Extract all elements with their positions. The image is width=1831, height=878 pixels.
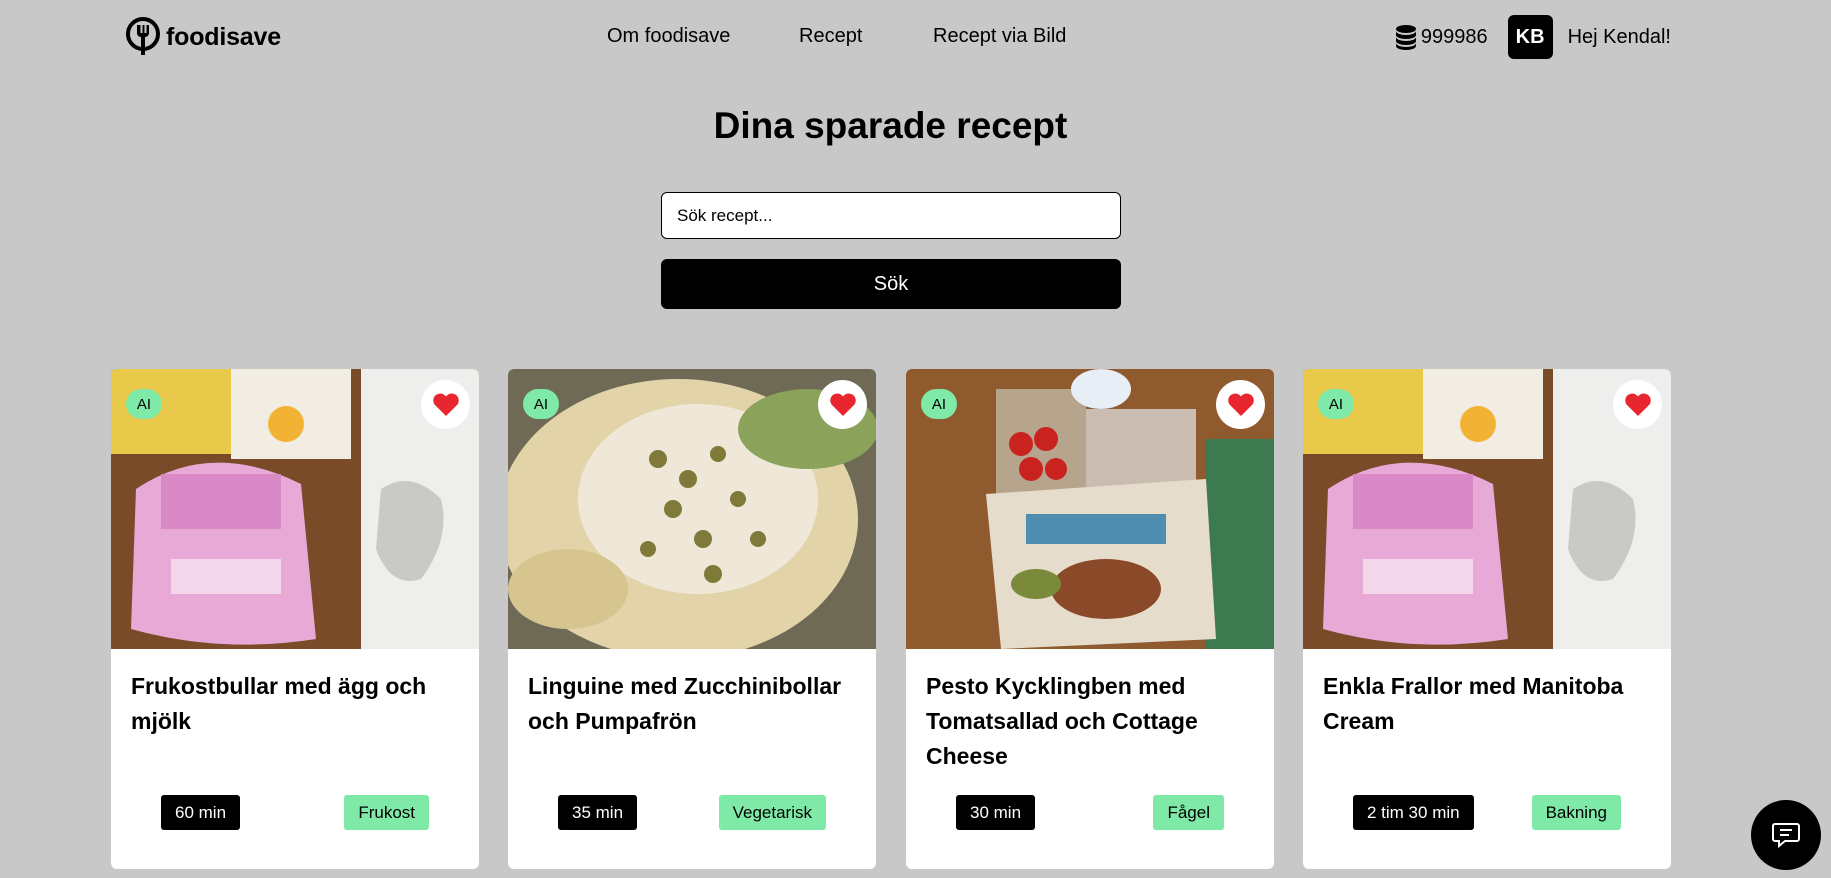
nav-link-recept[interactable]: Recept bbox=[799, 25, 862, 48]
page-title: Dina sparade recept bbox=[713, 105, 1068, 146]
user-area: 999986 KB Hej Kendal! bbox=[1393, 15, 1671, 59]
heart-icon bbox=[829, 393, 856, 416]
ai-badge: AI bbox=[921, 389, 957, 419]
heart-icon bbox=[1624, 393, 1651, 416]
recipe-card[interactable]: AI Pesto Kycklingben med Tomatsallad och… bbox=[906, 369, 1274, 869]
recipe-title[interactable]: Pesto Kycklingben med Tomatsallad och Co… bbox=[926, 669, 1256, 774]
recipe-title[interactable]: Enkla Frallor med Manitoba Cream bbox=[1323, 669, 1653, 739]
category-badge: Fågel bbox=[1153, 795, 1224, 830]
cook-time-badge: 30 min bbox=[956, 795, 1036, 830]
recipe-title[interactable]: Linguine med Zucchinibollar och Pumpafrö… bbox=[528, 669, 858, 739]
user-greeting: Hej Kendal! bbox=[1567, 25, 1671, 48]
recipe-title[interactable]: Frukostbullar med ägg och mjölk bbox=[131, 669, 461, 739]
chat-button[interactable] bbox=[1751, 800, 1821, 870]
category-badge: Frukost bbox=[344, 795, 429, 830]
heart-icon bbox=[432, 393, 459, 416]
search-input[interactable] bbox=[661, 192, 1121, 239]
cook-time-badge: 60 min bbox=[161, 795, 241, 830]
ai-badge: AI bbox=[1318, 389, 1354, 419]
favorite-button[interactable] bbox=[421, 380, 470, 429]
ai-badge: AI bbox=[523, 389, 559, 419]
favorite-button[interactable] bbox=[1613, 380, 1662, 429]
favorite-button[interactable] bbox=[818, 380, 867, 429]
favorite-button[interactable] bbox=[1216, 380, 1265, 429]
nav-link-om-foodisave[interactable]: Om foodisave bbox=[607, 25, 730, 48]
coin-stack-icon bbox=[1395, 25, 1416, 50]
category-badge: Bakning bbox=[1531, 795, 1621, 830]
header: foodisave Om foodisave Recept Recept via… bbox=[0, 0, 1831, 76]
search-button[interactable]: Sök bbox=[661, 259, 1121, 309]
coin-balance: 999986 bbox=[1393, 23, 1488, 51]
cook-time-badge: 35 min bbox=[558, 795, 638, 830]
recipe-card[interactable]: AI Linguine med Zucchinibollar och Pumpa… bbox=[508, 369, 876, 869]
coin-count: 999986 bbox=[1420, 25, 1488, 48]
recipe-card[interactable]: AI Frukostbullar med ägg och mjölk 60 mi… bbox=[111, 369, 479, 869]
cook-time-badge: 2 tim 30 min bbox=[1353, 795, 1474, 830]
ai-badge: AI bbox=[126, 389, 162, 419]
chat-bubble-icon bbox=[1772, 823, 1800, 849]
category-badge: Vegetarisk bbox=[718, 795, 826, 830]
avatar[interactable]: KB bbox=[1507, 15, 1553, 59]
recipe-card[interactable]: AI Enkla Frallor med Manitoba Cream 2 ti… bbox=[1303, 369, 1671, 869]
heart-icon bbox=[1227, 393, 1254, 416]
nav-link-recept-via-bild[interactable]: Recept via Bild bbox=[933, 25, 1066, 48]
